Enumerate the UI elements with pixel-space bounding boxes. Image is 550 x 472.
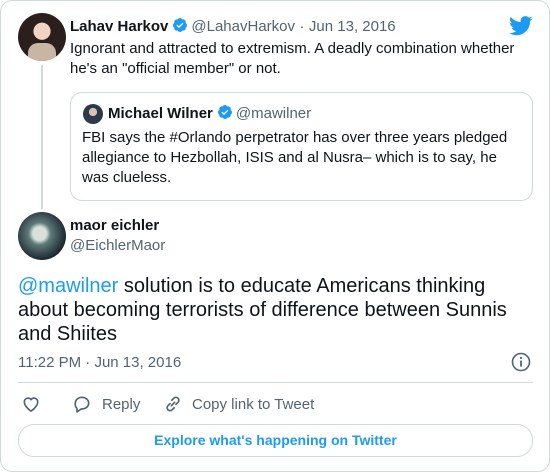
quoted-text-line: allegiance to Hezbollah, ISIS and al Nus… [82,149,497,166]
tweet-timestamp[interactable]: 11:22 PM · Jun 13, 2016 [18,354,181,371]
header-separator: · [299,18,305,35]
avatar-maor-eichler[interactable] [18,212,66,260]
avatar-lahav-harkov[interactable] [18,13,66,61]
reply-label: Reply [102,395,141,413]
thread-connector-line [41,65,43,209]
avatar-michael-wilner[interactable] [83,104,103,124]
quoted-text-line: was clueless. [82,169,172,186]
heart-icon [23,397,39,413]
copy-link-label: Copy link to Tweet [192,395,315,413]
main-author-name[interactable]: maor eichler [70,217,159,234]
meta-separator: · [85,354,91,371]
parent-tweet-header: Lahav Harkov @LahavHarkov · Jun 13, 2016 [70,17,396,36]
mention-link[interactable]: @mawilner [18,275,118,297]
link-icon [166,396,180,412]
quoted-author-name[interactable]: Michael Wilner [108,105,213,122]
quoted-text-line: FBI says the #Orlando perpetrator has ov… [82,129,508,146]
main-author-name-wrap: maor eichler [70,217,159,235]
parent-author-handle[interactable]: @LahavHarkov [191,18,295,35]
twitter-bird-icon[interactable] [509,15,533,37]
verified-badge-icon [173,18,188,32]
parent-tweet-date[interactable]: Jun 13, 2016 [309,18,396,35]
parent-text-line: Ignorant and attracted to extremism. A d… [70,40,515,57]
reply-button[interactable]: Reply [72,394,140,414]
quoted-tweet-text: FBI says the #Orlando perpetrator has ov… [82,128,527,188]
divider [18,382,533,383]
quoted-author-handle[interactable]: @mawilner [236,105,311,122]
explore-button[interactable]: Explore what's happening on Twitter [18,424,533,457]
tweet-date: Jun 13, 2016 [94,354,182,371]
parent-tweet-text: Ignorant and attracted to extremism. A d… [70,39,540,79]
parent-author-name[interactable]: Lahav Harkov [70,18,168,35]
main-tweet-text: @mawilner solution is to educate America… [18,274,533,346]
copy-link-button[interactable]: Copy link to Tweet [163,394,314,414]
tweet-time: 11:22 PM [18,354,82,371]
reply-icon [74,396,90,413]
info-icon[interactable] [511,352,531,372]
main-author-handle[interactable]: @EichlerMaor [70,237,165,254]
parent-text-line: he's an "official member" or not. [70,60,281,77]
tweet-embed-card: Lahav Harkov @LahavHarkov · Jun 13, 2016 … [0,0,550,472]
like-button[interactable] [21,394,41,414]
quoted-tweet-header: Michael Wilner @mawilner [108,104,311,123]
verified-badge-icon [217,105,232,119]
main-author-handle-wrap: @EichlerMaor [70,237,165,255]
